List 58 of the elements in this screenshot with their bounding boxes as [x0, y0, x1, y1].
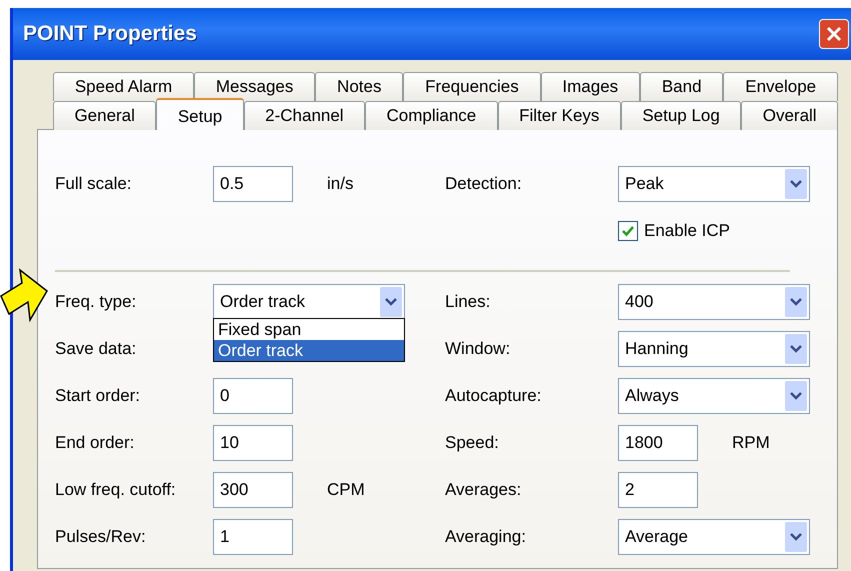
input-field[interactable]: 2	[618, 472, 698, 508]
input-field[interactable]: 10	[213, 425, 293, 461]
checkbox[interactable]	[618, 221, 638, 241]
tab[interactable]: Filter Keys	[498, 101, 621, 130]
tab[interactable]: Setup	[156, 98, 244, 130]
input-field[interactable]: 1800	[618, 425, 698, 461]
tab[interactable]: Messages	[194, 72, 316, 101]
field-label: Autocapture:	[445, 386, 542, 406]
input-field[interactable]: 0	[213, 378, 293, 414]
field-label: End order:	[55, 433, 136, 453]
dropdown[interactable]: Order track	[213, 284, 405, 320]
field-label: Low freq. cutoff:	[55, 480, 177, 500]
chevron-icon	[785, 287, 807, 317]
unit-label: RPM	[732, 433, 770, 453]
field-label: Window:	[445, 339, 512, 359]
input-field[interactable]: 300	[213, 472, 293, 508]
input-field[interactable]: 0.5	[213, 166, 293, 202]
field-label: Pulses/Rev:	[55, 527, 147, 547]
tab[interactable]: Band	[640, 72, 724, 101]
field-label: Freq. type:	[55, 292, 138, 312]
check-icon	[621, 224, 635, 238]
field-label: Detection:	[445, 174, 523, 194]
field-label: Averaging:	[445, 527, 527, 547]
chevron-icon	[380, 287, 402, 317]
chevron-icon	[785, 381, 807, 411]
chevron-icon	[785, 169, 807, 199]
checkbox-label: Enable ICP	[644, 221, 730, 241]
close-icon	[825, 25, 843, 43]
field-label: Full scale:	[55, 174, 133, 194]
tab[interactable]: Envelope	[723, 72, 838, 101]
tab[interactable]: Setup Log	[620, 101, 742, 130]
dropdown[interactable]: Average	[618, 519, 810, 555]
dropdown[interactable]: 400	[618, 284, 810, 320]
tab[interactable]: General	[53, 101, 156, 130]
tab[interactable]: Speed Alarm	[53, 72, 194, 101]
chevron-icon	[785, 522, 807, 552]
dropdown-option[interactable]: Order track	[214, 340, 404, 361]
field-label: Start order:	[55, 386, 142, 406]
window-title: POINT Properties	[23, 22, 197, 46]
field-label: Lines:	[445, 292, 492, 312]
dropdown[interactable]: Always	[618, 378, 810, 414]
unit-label: CPM	[327, 480, 365, 500]
field-label: Averages:	[445, 480, 522, 500]
chevron-icon	[785, 334, 807, 364]
close-button[interactable]	[819, 19, 849, 49]
tab[interactable]: Notes	[315, 72, 404, 101]
unit-label: in/s	[327, 174, 354, 194]
input-field[interactable]: 1	[213, 519, 293, 555]
tab[interactable]: Overall	[741, 101, 838, 130]
tab[interactable]: Frequencies	[403, 72, 541, 101]
tab[interactable]: Compliance	[365, 101, 498, 130]
dropdown[interactable]: Hanning	[618, 331, 810, 367]
dropdown-option[interactable]: Fixed span	[214, 319, 404, 340]
tab[interactable]: 2-Channel	[244, 101, 366, 130]
dropdown[interactable]: Peak	[618, 166, 810, 202]
field-label: Speed:	[445, 433, 500, 453]
tab[interactable]: Images	[540, 72, 640, 101]
field-label: Save data:	[55, 339, 138, 359]
